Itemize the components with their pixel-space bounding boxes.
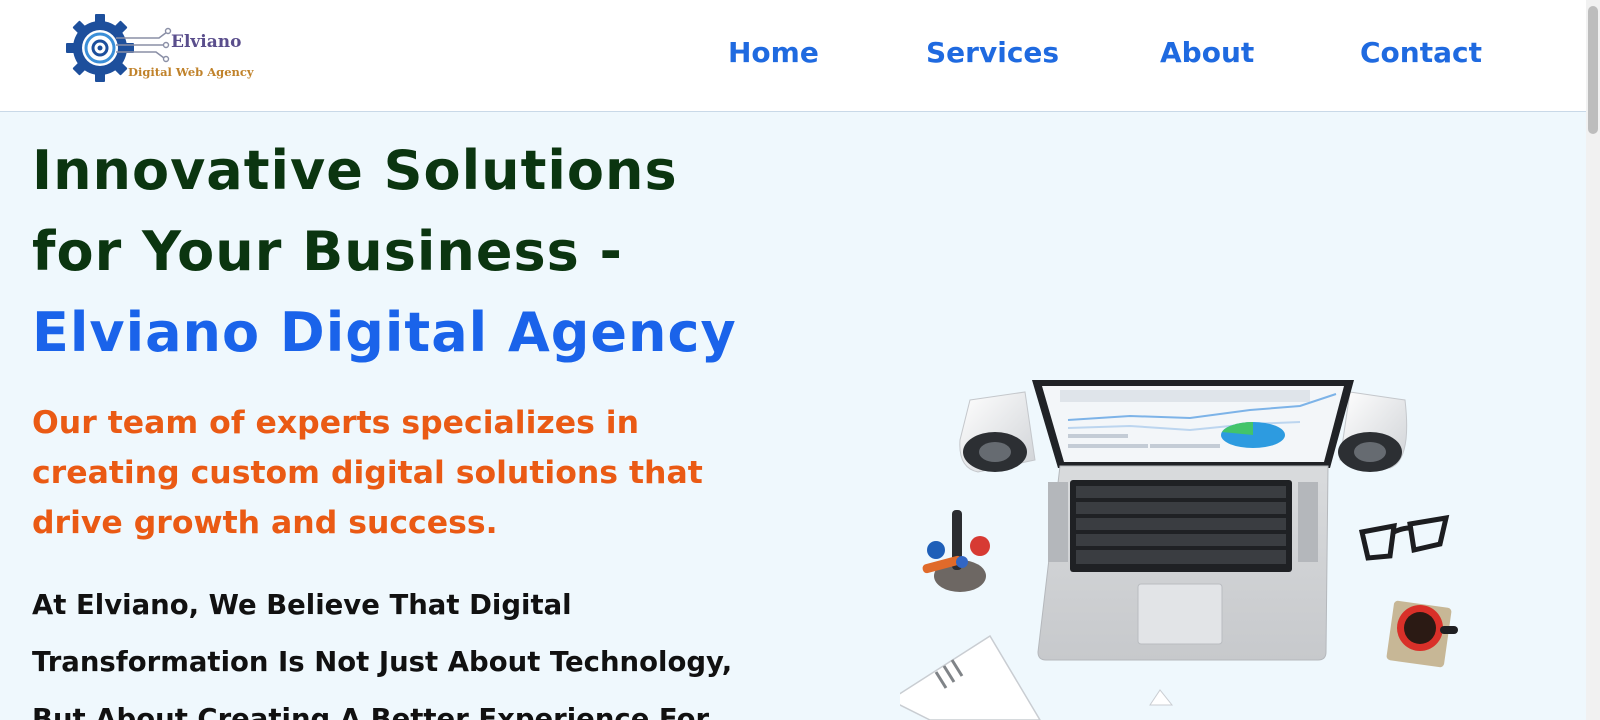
logo-tagline: Digital Web Agency xyxy=(128,65,254,79)
hero-illustration xyxy=(888,360,1520,720)
hero-paragraph: At Elviano, We Believe That Digital Tran… xyxy=(32,589,733,720)
scrollbar-thumb[interactable] xyxy=(1588,6,1598,134)
right-speaker-icon xyxy=(1338,391,1408,472)
laptop-desk-illustration xyxy=(888,380,1458,720)
navbar: Elviano Digital Web Agency Home Services… xyxy=(0,0,1600,112)
laptop-keyboard-icon xyxy=(1037,465,1329,661)
nav-services-link[interactable]: Services xyxy=(926,36,1059,69)
hero-heading: Innovative Solutions for Your Business -… xyxy=(32,130,772,373)
page-scrollbar[interactable] xyxy=(1586,0,1600,720)
nav-about-link[interactable]: About xyxy=(1160,36,1254,69)
nav-contact-link[interactable]: Contact xyxy=(1360,36,1482,69)
hero-heading-accent: Elviano Digital Agency xyxy=(32,301,737,364)
left-speaker-icon xyxy=(959,391,1036,473)
laptop-screen-icon xyxy=(1032,380,1354,468)
eyeglasses-icon xyxy=(1358,514,1450,561)
nav-home-link[interactable]: Home xyxy=(728,36,819,69)
site-logo[interactable]: Elviano Digital Web Agency xyxy=(64,14,254,86)
notebook-icon xyxy=(888,634,1041,720)
pencil-cup-icon xyxy=(922,510,990,592)
logo-name: Elviano xyxy=(171,32,242,52)
hero-subheading: Our team of experts specializes in creat… xyxy=(32,405,703,541)
coffee-cup-icon xyxy=(1386,600,1458,668)
hero-heading-main: Innovative Solutions for Your Business - xyxy=(32,139,678,283)
